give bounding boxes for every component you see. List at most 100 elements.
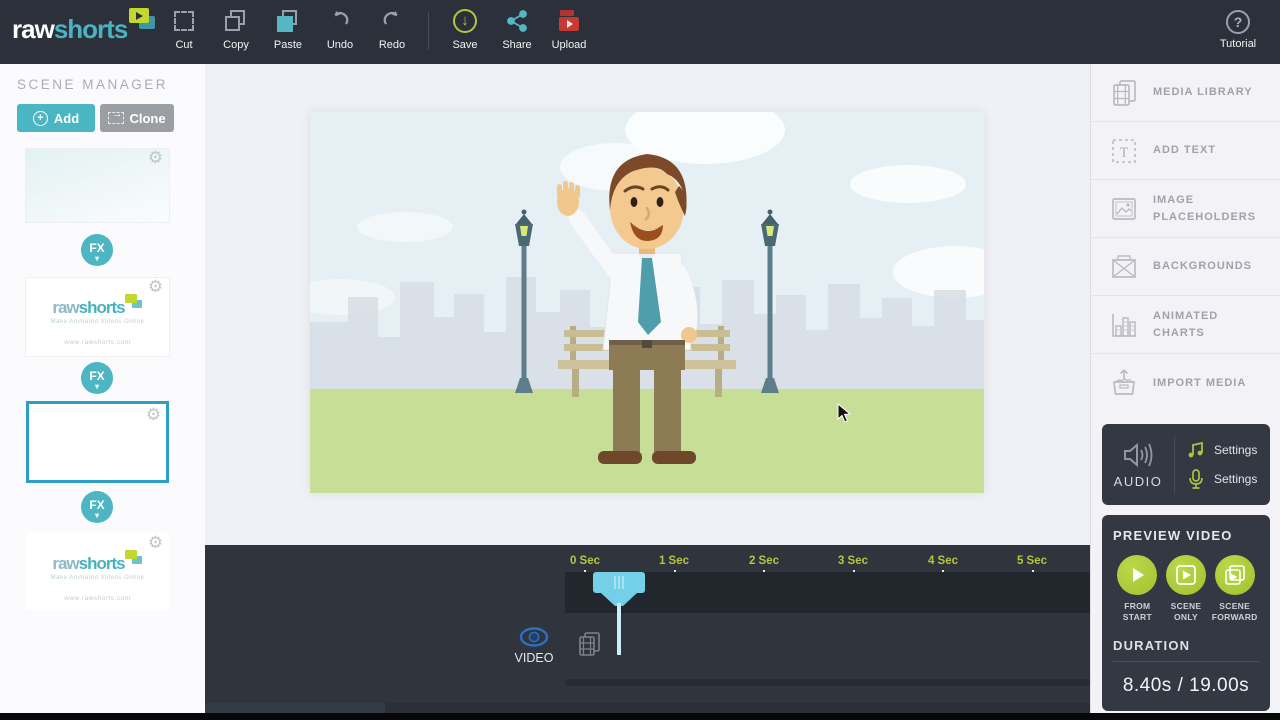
ruler-label-3s: 3 Sec [823,555,883,567]
voice-settings-label: Settings [1214,472,1257,486]
import-media-button[interactable]: IMPORT MEDIA [1091,354,1280,412]
cut-label: Cut [175,39,192,51]
share-button[interactable]: Share [491,8,543,51]
add-label: Add [54,111,79,126]
paste-icon [277,10,299,32]
audio-button[interactable]: AUDIO [1102,441,1174,489]
video-track-label: VIDEO [508,651,560,665]
scene-4-preview: rawshorts Make Animated Videos Online ww… [26,554,169,602]
duration-label: DURATION [1113,638,1259,653]
scene-2-preview: rawshorts Make Animated Videos Online ww… [26,298,169,346]
scene-2-fx-badge[interactable]: FX [81,362,113,394]
audio-panel: AUDIO Settings Settings [1102,424,1270,505]
voice-settings-button[interactable]: Settings [1187,469,1270,489]
duration-value: 8.40s / 19.00s [1113,675,1259,697]
timeline-bottom-scroll-thumb[interactable] [205,703,385,713]
youtube-upload-icon [556,8,582,34]
scene-manager-title: SCENE MANAGER [17,77,168,92]
share-label: Share [502,39,531,51]
ruler-label-0s: 0 Sec [555,555,615,567]
media-library-button[interactable]: MEDIA LIBRARY [1091,64,1280,122]
app-logo: rawshorts [12,14,159,45]
scene-2-gear-icon[interactable]: ⚙ [146,277,165,296]
slide-logo-shorts: shorts [79,554,125,574]
play-scene-only-button[interactable]: SCENE ONLY [1162,555,1211,624]
microphone-icon [1187,469,1205,489]
scene-manager-panel: SCENE MANAGER + Add Clone ⚙ FX rawshorts… [0,64,205,713]
play-scene-icon [1166,555,1206,595]
scene-4-gear-icon[interactable]: ⚙ [146,533,165,552]
scene-forward-label: SCENE FORWARD [1210,601,1259,624]
play-scene-forward-button[interactable]: SCENE FORWARD [1210,555,1259,624]
scene-only-label: SCENE ONLY [1162,601,1211,624]
slide-tagline: Make Animated Videos Online [26,319,169,325]
scene-3-gear-icon[interactable]: ⚙ [144,405,163,424]
clone-icon [108,112,124,124]
scene-3-fx-badge[interactable]: FX [81,491,113,523]
cut-button[interactable]: Cut [158,8,210,51]
copy-icon [225,10,247,32]
add-text-icon: T [1109,136,1139,166]
scene-1-gear-icon[interactable]: ⚙ [146,148,165,167]
image-placeholders-button[interactable]: IMAGE PLACEHOLDERS [1091,180,1280,238]
tutorial-button[interactable]: ? Tutorial [1208,10,1268,50]
playhead-handle[interactable] [593,572,645,593]
timeline-bottom-scroll-track [205,703,1090,713]
animated-charts-button[interactable]: ANIMATED CHARTS [1091,296,1280,354]
bottom-black-bar [0,713,1280,720]
undo-button[interactable]: Undo [314,8,366,51]
audio-label: AUDIO [1102,474,1174,489]
slide-url: www.rawshorts.com [26,595,169,602]
slide-tagline: Make Animated Videos Online [26,575,169,581]
add-text-button[interactable]: T ADD TEXT [1091,122,1280,180]
media-library-label: MEDIA LIBRARY [1153,84,1265,101]
editor-canvas-area[interactable] [205,64,1090,545]
upload-button[interactable]: Upload [543,8,595,51]
image-placeholder-icon [1109,194,1139,224]
undo-icon [328,8,352,34]
backgrounds-label: BACKGROUNDS [1153,258,1265,275]
logo-shorts: shorts [54,14,127,45]
clone-label: Clone [129,111,165,126]
copy-button[interactable]: Copy [210,8,262,51]
media-clip-icon[interactable] [575,630,603,658]
logo-bubble-icon [129,8,159,34]
question-icon: ? [1226,10,1250,34]
playhead-line[interactable] [617,603,621,655]
animated-charts-label: ANIMATED CHARTS [1153,308,1265,341]
redo-button[interactable]: Redo [366,8,418,51]
timeline-panel: 0 Sec 1 Sec 2 Sec 3 Sec 4 Sec 5 Sec 6 Se… [205,545,1090,713]
paste-label: Paste [274,39,302,51]
scene-1-fx-badge[interactable]: FX [81,234,113,266]
redo-icon [380,8,404,34]
import-media-label: IMPORT MEDIA [1153,375,1265,392]
svg-text:T: T [1120,145,1129,160]
video-track[interactable] [565,572,1140,613]
duration-divider [1113,661,1259,662]
park-scene-illustration [310,112,984,493]
music-settings-button[interactable]: Settings [1187,441,1270,459]
clone-scene-button[interactable]: Clone [100,104,174,132]
add-scene-button[interactable]: + Add [17,104,95,132]
cut-icon [174,11,194,31]
music-note-icon [1187,441,1205,459]
media-library-icon [1109,78,1139,108]
visibility-eye-toggle[interactable] [519,627,549,647]
play-from-start-button[interactable]: FROM START [1113,555,1162,624]
slide-logo-shorts: shorts [79,298,125,318]
backgrounds-button[interactable]: BACKGROUNDS [1091,238,1280,296]
save-button[interactable]: ↓ Save [439,8,491,51]
timeline-scrollbar[interactable] [565,679,1140,686]
scene-canvas[interactable] [310,112,984,493]
image-placeholders-label: IMAGE PLACEHOLDERS [1153,192,1265,225]
add-text-label: ADD TEXT [1153,142,1265,159]
share-icon [505,8,529,34]
save-icon: ↓ [453,9,477,33]
music-settings-label: Settings [1214,443,1257,457]
paste-button[interactable]: Paste [262,8,314,51]
slide-logo-raw: raw [52,554,78,574]
logo-raw: raw [12,14,54,45]
from-start-label: FROM START [1113,601,1162,624]
slide-url: www.rawshorts.com [26,339,169,346]
redo-label: Redo [379,39,405,51]
